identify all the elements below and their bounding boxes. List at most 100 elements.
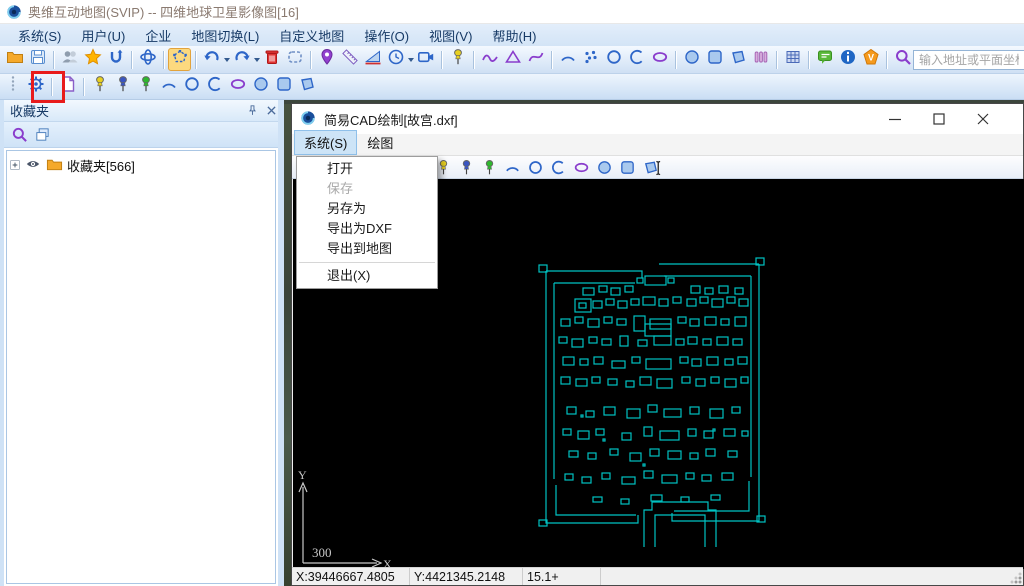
tool-users-button[interactable]: [58, 48, 81, 71]
tool-polygon-fill-button[interactable]: [726, 48, 749, 71]
tool-curve-button[interactable]: [524, 48, 547, 71]
pushpin-blue-icon: [114, 75, 132, 98]
area-icon: [364, 48, 382, 71]
circle-fill-icon: [683, 48, 701, 71]
square-fill-icon: [275, 75, 293, 98]
info-icon: [839, 48, 857, 71]
tool-pin-location-button[interactable]: [315, 48, 338, 71]
expand-plus-icon[interactable]: [9, 159, 22, 172]
tool-undo-button[interactable]: [200, 48, 223, 71]
tool-pushpin-yellow-button[interactable]: [446, 48, 469, 71]
menu-item-7[interactable]: 帮助(H): [482, 24, 546, 47]
maximize-button[interactable]: [917, 104, 961, 134]
search-input[interactable]: [913, 50, 1024, 70]
circle-icon: [605, 48, 623, 71]
menu-item-3[interactable]: 地图切换(L): [181, 24, 269, 47]
tool-search-button[interactable]: [891, 48, 914, 71]
favorites-tree: 收藏夹[566]: [6, 150, 276, 584]
arc-icon: [160, 75, 178, 98]
tool-circle-fill-button[interactable]: [249, 75, 272, 98]
tool-circle-fill-button[interactable]: [680, 48, 703, 71]
layers-icon: [34, 126, 52, 144]
cad-tool-circle-button[interactable]: [524, 156, 547, 179]
tool-dots-button[interactable]: [579, 48, 602, 71]
cad-tool-arc-c-button[interactable]: [547, 156, 570, 179]
tool-ruler-button[interactable]: [338, 48, 361, 71]
tool-save-button[interactable]: [26, 48, 49, 71]
system-menu-item-2[interactable]: 另存为: [297, 199, 437, 219]
tool-wave-button[interactable]: [478, 48, 501, 71]
tool-clock-button[interactable]: [384, 48, 407, 71]
tool-columns-button[interactable]: [749, 48, 772, 71]
pin-location-icon: [318, 48, 336, 71]
tool-polygon-fill-button[interactable]: [295, 75, 318, 98]
tool-info-button[interactable]: [836, 48, 859, 71]
cad-menu-item-0[interactable]: 系统(S): [294, 130, 357, 155]
tool-pushpin-blue-button[interactable]: [111, 75, 134, 98]
system-menu-item-0[interactable]: 打开: [297, 159, 437, 179]
cad-tool-circle-fill-button[interactable]: [593, 156, 616, 179]
favorites-layers-button[interactable]: [31, 123, 54, 146]
system-menu-item-6[interactable]: 退出(X): [297, 266, 437, 286]
tool-pushpin-green-button[interactable]: [134, 75, 157, 98]
menu-item-2[interactable]: 企业: [135, 24, 181, 47]
tool-square-fill-button[interactable]: [272, 75, 295, 98]
separator: [131, 51, 132, 69]
system-menu-item-3[interactable]: 导出为DXF: [297, 219, 437, 239]
tool-folder-button[interactable]: [3, 48, 26, 71]
menu-item-4[interactable]: 自定义地图: [269, 24, 354, 47]
menu-item-5[interactable]: 操作(O): [354, 24, 419, 47]
tool-chat-button[interactable]: [813, 48, 836, 71]
cad-tool-pushpin-green-button[interactable]: [478, 156, 501, 179]
dots-icon: [582, 48, 600, 71]
cad-menu-item-1[interactable]: 绘图: [357, 130, 403, 155]
main-titlebar: 奥维互动地图(SVIP) -- 四维地球卫星影像图[16]: [0, 0, 1024, 24]
panel-pin-icon[interactable]: [246, 104, 259, 117]
tool-rotate3d-button[interactable]: [136, 48, 159, 71]
tool-trash-button[interactable]: [260, 48, 283, 71]
panel-scrollbar-strip[interactable]: [278, 100, 284, 586]
minimize-button[interactable]: [873, 104, 917, 134]
ellipse-icon: [651, 48, 669, 71]
cad-tool-arc-button[interactable]: [501, 156, 524, 179]
tool-redo-button[interactable]: [230, 48, 253, 71]
cad-tool-ellipse-button[interactable]: [570, 156, 593, 179]
menu-item-1[interactable]: 用户(U): [71, 24, 135, 47]
tool-triangle-button[interactable]: [501, 48, 524, 71]
tool-area-button[interactable]: [361, 48, 384, 71]
tool-pushpin-yellow-button[interactable]: [88, 75, 111, 98]
tool-arc-c-button[interactable]: [203, 75, 226, 98]
tool-marquee-button[interactable]: [283, 48, 306, 71]
panel-close-icon[interactable]: [265, 104, 278, 117]
tool-ellipse-button[interactable]: [226, 75, 249, 98]
undo-icon: [203, 48, 221, 71]
menu-item-0[interactable]: 系统(S): [8, 24, 71, 47]
tool-circle-button[interactable]: [180, 75, 203, 98]
resize-grip[interactable]: [1010, 572, 1022, 584]
favorites-search-button[interactable]: [8, 123, 31, 146]
tool-camera-button[interactable]: [414, 48, 437, 71]
tool-square-fill-button[interactable]: [703, 48, 726, 71]
route-icon: [107, 48, 125, 71]
tool-handle-button[interactable]: [1, 75, 24, 98]
tree-item-favorites[interactable]: 收藏夹[566]: [9, 155, 273, 175]
tool-arc-button[interactable]: [556, 48, 579, 71]
tool-select-polygon-button[interactable]: [168, 48, 191, 71]
favorites-panel-header: 收藏夹: [4, 100, 284, 122]
tool-ellipse-button[interactable]: [648, 48, 671, 71]
cad-tool-pushpin-blue-button[interactable]: [455, 156, 478, 179]
tool-v-badge-button[interactable]: V: [859, 48, 882, 71]
tool-arc-c-button[interactable]: [625, 48, 648, 71]
menu-item-6[interactable]: 视图(V): [419, 24, 482, 47]
tool-circle-button[interactable]: [602, 48, 625, 71]
cad-tool-square-fill-button[interactable]: [616, 156, 639, 179]
tool-star-button[interactable]: [81, 48, 104, 71]
tool-arc-button[interactable]: [157, 75, 180, 98]
visibility-eye-icon[interactable]: [25, 156, 43, 174]
tool-table-button[interactable]: [781, 48, 804, 71]
cad-logo-icon: [300, 110, 318, 128]
app-logo-icon: [6, 4, 22, 20]
close-button[interactable]: [961, 104, 1005, 134]
system-menu-item-4[interactable]: 导出到地图: [297, 239, 437, 259]
tool-route-button[interactable]: [104, 48, 127, 71]
